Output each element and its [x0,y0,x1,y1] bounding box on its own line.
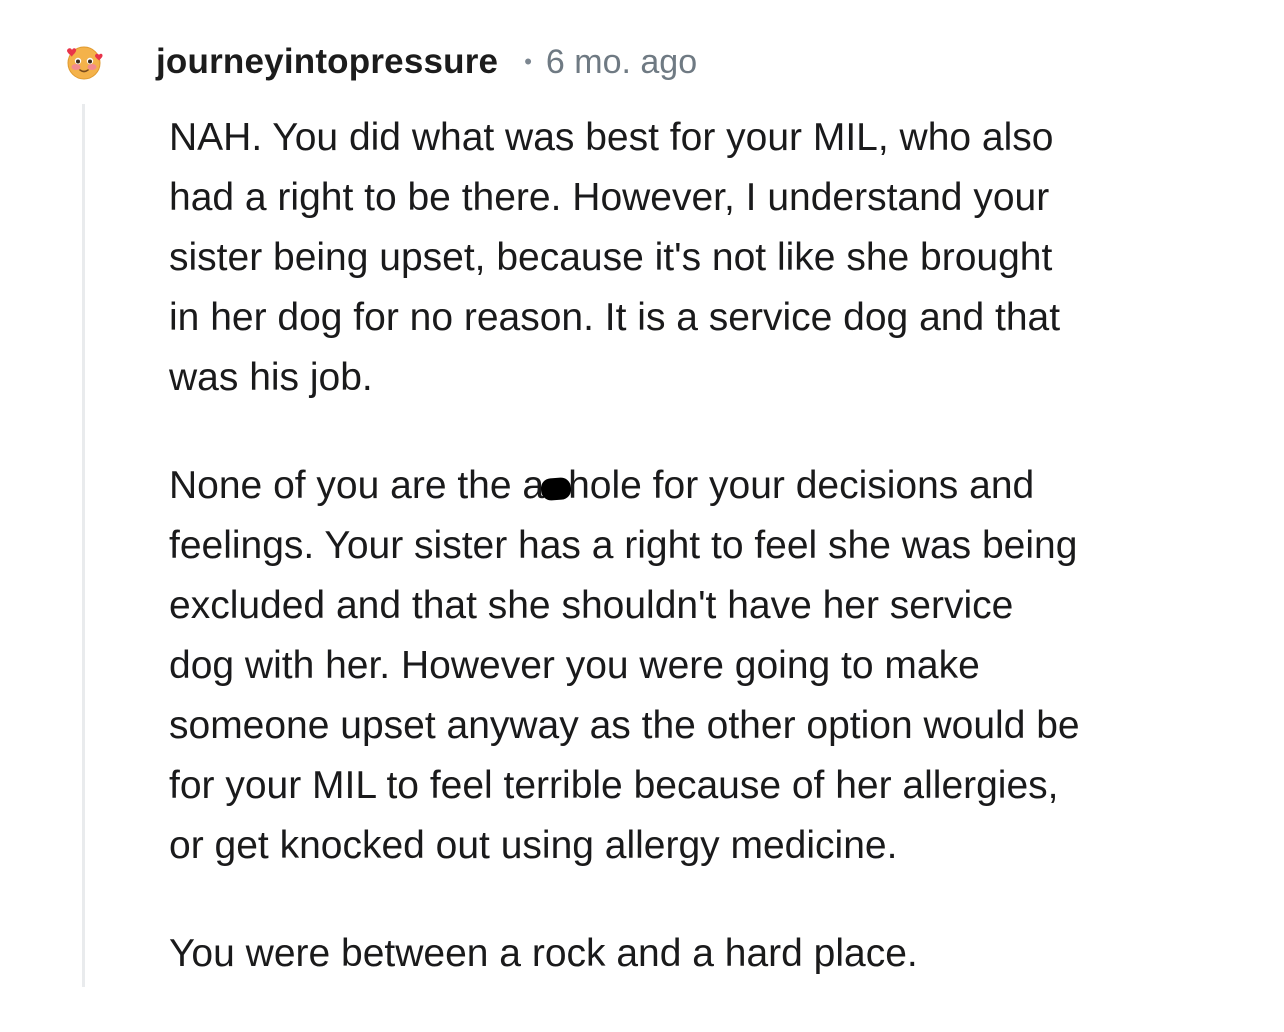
redaction-mark [540,476,572,502]
comment-header: journeyintopressure • 6 mo. ago [156,38,697,86]
text-line: was his job. [169,356,373,399]
blushing-face-icon [67,46,103,80]
text-line: None of you are the a hole for your decis… [169,456,1209,516]
paragraph-3: You were between a rock and a hard place… [169,924,1209,984]
text-line: excluded and that she shouldn't have her… [169,584,1014,627]
text-line: in her dog for no reason. It is a servic… [169,296,1061,339]
text-line: NAH. You did what was best for your MIL,… [169,116,1054,159]
text-line: had a right to be there. However, I unde… [169,176,1050,219]
separator-dot: • [524,49,532,74]
paragraph-1: NAH. You did what was best for your MIL,… [169,108,1209,408]
text-line: feelings. Your sister has a right to fee… [169,524,1078,567]
comment-body: NAH. You did what was best for your MIL,… [169,108,1209,1032]
text-line: You were between a rock and a hard place… [169,932,918,975]
comment: journeyintopressure • 6 mo. ago NAH. You… [0,0,1284,987]
text-fragment: None of you are the a [169,464,545,507]
username-link[interactable]: journeyintopressure [156,42,498,82]
timestamp[interactable]: 6 mo. ago [546,43,697,82]
text-line: or get knocked out using allergy medicin… [169,824,898,867]
text-line: dog with her. However you were going to … [169,644,980,687]
text-fragment: hole for your decisions and [568,464,1035,507]
text-line: someone upset anyway as the other option… [169,704,1080,747]
text-line: sister being upset, because it's not lik… [169,236,1053,279]
text-line: for your MIL to feel terrible because of… [169,764,1059,807]
user-avatar[interactable] [64,42,104,82]
thread-collapse-line[interactable] [82,104,85,987]
paragraph-2: None of you are the a hole for your decis… [169,456,1209,876]
